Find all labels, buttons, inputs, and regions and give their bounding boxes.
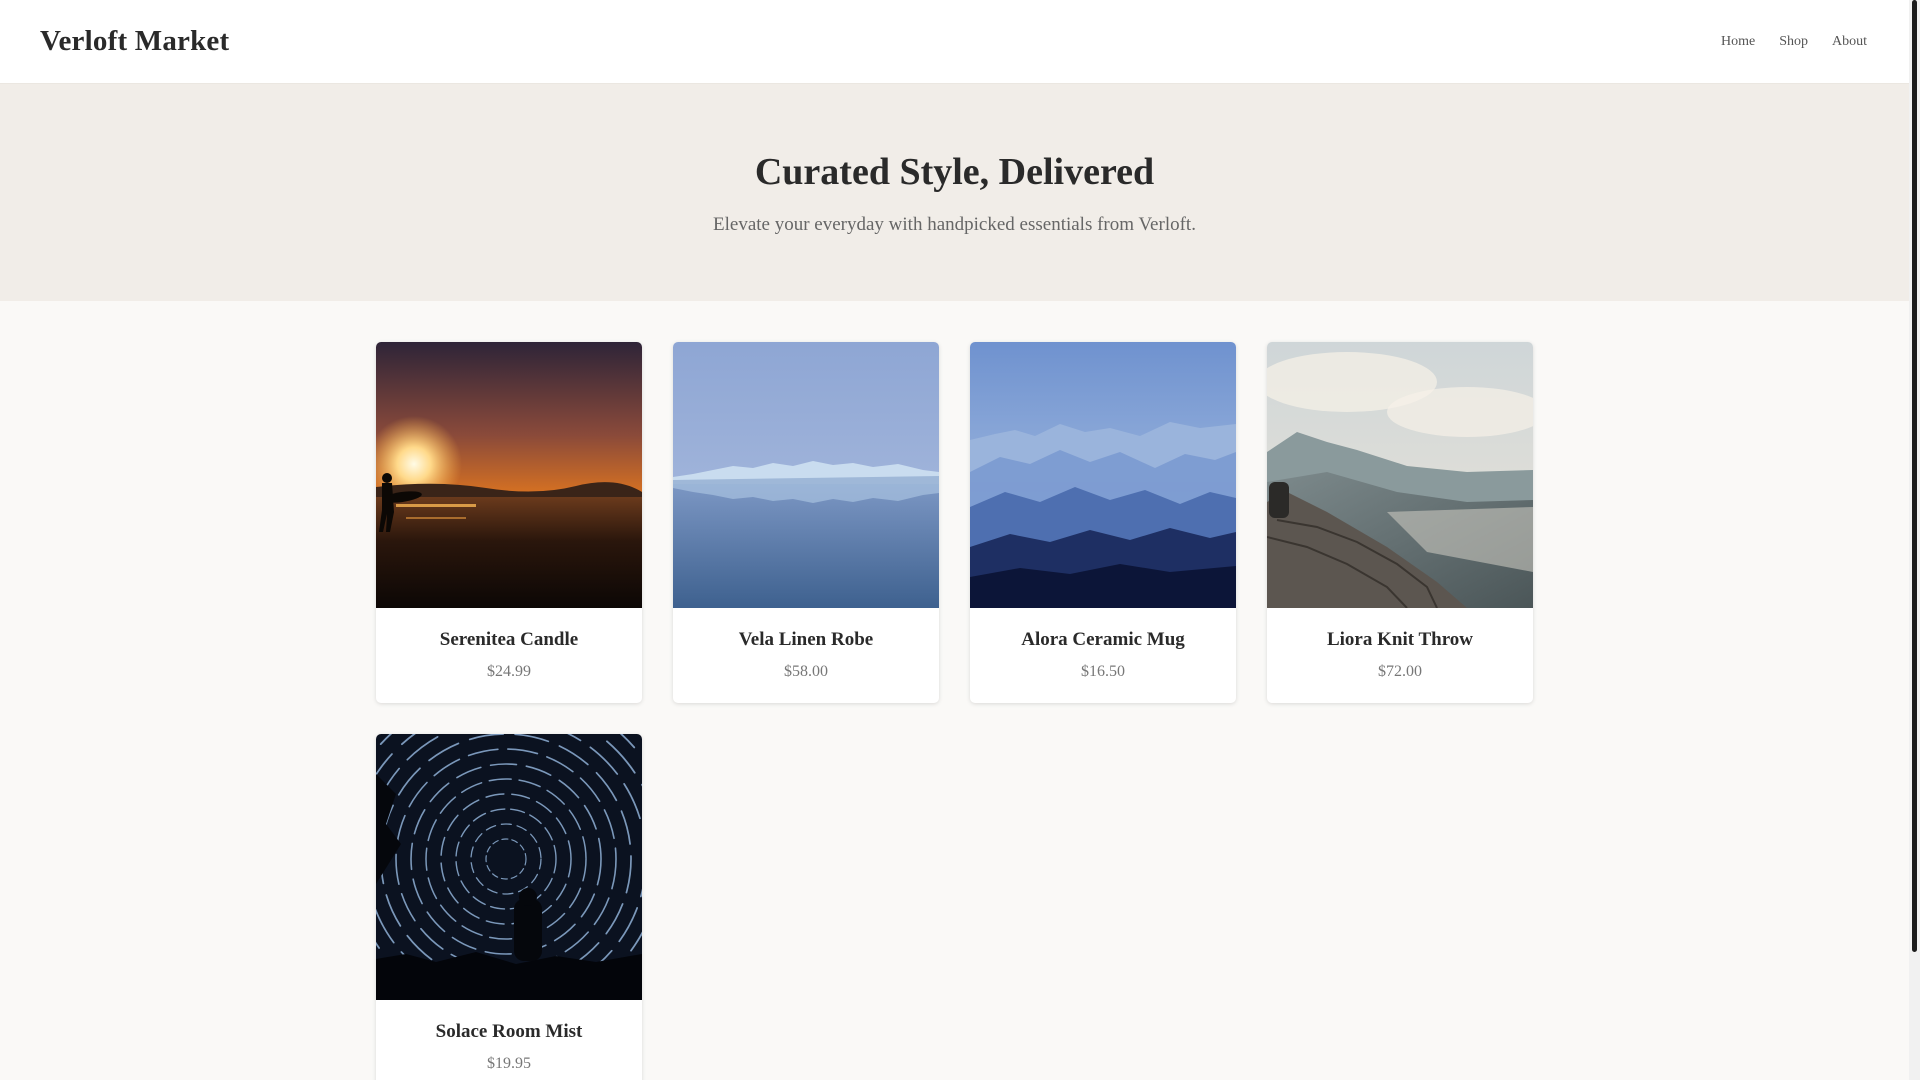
product-price: $16.50 [1081,663,1125,680]
product-price: $19.95 [487,1055,531,1072]
nav-home-link[interactable]: Home [1721,34,1755,50]
site-header: Verloft Market Home Shop About [0,0,1909,84]
product-price: $58.00 [784,663,828,680]
product-card-alora-ceramic-mug[interactable]: Alora Ceramic Mug $16.50 [970,342,1236,703]
product-name: Serenitea Candle [439,629,579,650]
product-name: Alora Ceramic Mug [1021,629,1185,650]
product-card-serenitea-candle[interactable]: Serenitea Candle $24.99 [376,342,642,703]
page: Verloft Market Home Shop About Curated S… [0,0,1909,1080]
product-price: $24.99 [487,663,531,680]
mountain-valley-image [1267,342,1533,608]
product-card-liora-knit-throw[interactable]: Liora Knit Throw $72.00 [1267,342,1533,703]
hero-subtitle: Elevate your everyday with handpicked es… [713,214,1196,235]
glacier-lake-image [673,342,939,608]
hero-title: Curated Style, Delivered [754,151,1155,193]
main-nav: Home Shop About [1721,34,1867,50]
sunset-surfer-image [376,342,642,608]
brand-logo[interactable]: Verloft Market [40,25,229,58]
product-price: $72.00 [1378,663,1422,680]
product-card-vela-linen-robe[interactable]: Vela Linen Robe $58.00 [673,342,939,703]
star-trails-image [376,734,642,1000]
nav-shop-link[interactable]: Shop [1779,34,1808,50]
product-name: Vela Linen Robe [738,629,874,650]
nav-about-link[interactable]: About [1832,34,1867,50]
product-card-solace-room-mist[interactable]: Solace Room Mist $19.95 [376,734,642,1080]
product-grid: Serenitea Candle $24.99 Vela Linen Robe … [376,342,1533,1080]
misty-mountains-image [970,342,1236,608]
product-name: Liora Knit Throw [1326,629,1474,650]
hero-banner: Curated Style, Delivered Elevate your ev… [0,84,1909,301]
product-name: Solace Room Mist [435,1021,583,1042]
scrollbar-thumb[interactable] [1912,0,1917,952]
vertical-scrollbar[interactable] [1909,0,1920,1080]
